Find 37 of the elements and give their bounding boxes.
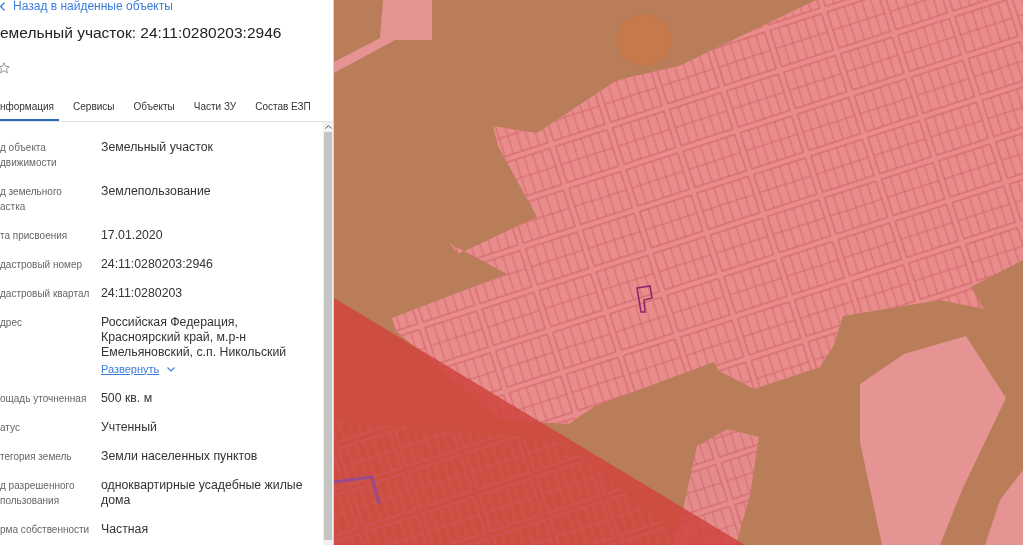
property-value: 17.01.2020: [101, 227, 163, 243]
zone-area: [617, 14, 671, 66]
back-link[interactable]: Назад в найденные объекты: [13, 0, 173, 12]
scrollbar-thumb[interactable]: [324, 132, 332, 540]
property-value: одноквартирные усадебные жилые дома: [101, 477, 303, 508]
tab[interactable]: Объекты: [133, 98, 180, 121]
property-value: 24:11:0280203: [101, 285, 183, 301]
highlighted-parcel: [636, 285, 653, 313]
page-title: емельный участок: 24:11:0280203:2946: [0, 24, 282, 42]
boundary-line: [334, 475, 381, 505]
property-value: 500 кв. м: [101, 390, 153, 406]
property-label: д земельного астка: [0, 184, 63, 214]
property-label: ощадь уточненная: [0, 391, 88, 406]
property-label: тегория земель: [0, 449, 73, 464]
chevron-down-icon[interactable]: [167, 366, 176, 372]
property-value: Учтенный: [101, 419, 157, 435]
property-label: дрес: [0, 315, 23, 330]
tab[interactable]: Части ЗУ: [193, 98, 242, 121]
property-label: дастровый номер: [0, 257, 84, 272]
property-value: Российская Федерация, Красноярский край, м.р-н Емельяновский, с.п. Никольский: [101, 314, 287, 360]
property-label: та присвоения: [0, 228, 69, 243]
property-value: Земли населенных пунктов: [101, 448, 258, 464]
property-label: рма собственности: [0, 522, 91, 537]
property-label: дастровый квартал: [0, 286, 91, 301]
tab[interactable]: Состав ЕЗП: [255, 98, 316, 121]
property-label: д объекта движимости: [0, 140, 58, 170]
property-label: д разрешенного пользования: [0, 478, 76, 508]
property-value: Земельный участок: [101, 139, 213, 155]
tab[interactable]: Сервисы: [73, 98, 120, 121]
property-value: Частная: [101, 521, 149, 537]
expand-link[interactable]: Развернуть: [101, 362, 160, 376]
back-chevron-icon[interactable]: [0, 1, 5, 11]
property-value: Землепользование: [101, 183, 211, 199]
property-label: атус: [0, 420, 21, 435]
property-value: 24:11:0280203:2946: [101, 256, 213, 272]
star-icon[interactable]: [0, 62, 10, 74]
tab[interactable]: нформация: [0, 98, 60, 121]
